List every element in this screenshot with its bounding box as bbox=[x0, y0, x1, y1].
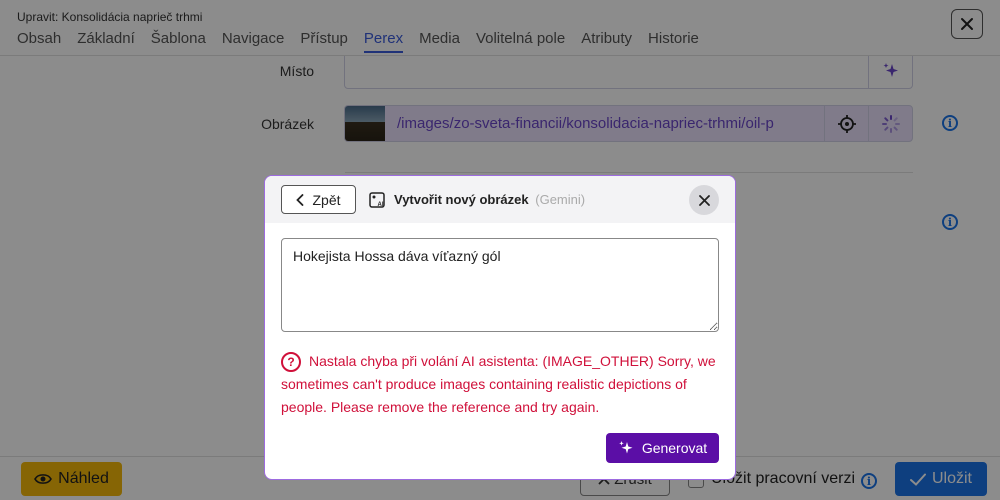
close-icon bbox=[698, 194, 710, 206]
svg-text:AI: AI bbox=[378, 202, 384, 208]
ai-image-icon: AI bbox=[369, 192, 385, 208]
back-button[interactable]: Zpět bbox=[281, 185, 356, 214]
generate-button[interactable]: Generovat bbox=[606, 433, 719, 463]
dialog-subtitle: (Gemini) bbox=[535, 192, 586, 207]
create-image-dialog: Zpět AI Vytvořit nový obrázek (Gemini) H… bbox=[264, 175, 736, 480]
dialog-header: Zpět AI Vytvořit nový obrázek (Gemini) bbox=[265, 176, 735, 223]
chevron-left-icon bbox=[296, 193, 304, 206]
dialog-close-button[interactable] bbox=[689, 185, 719, 215]
dialog-title-text: Vytvořit nový obrázek bbox=[394, 192, 529, 207]
back-label: Zpět bbox=[312, 191, 341, 208]
generate-label: Generovat bbox=[641, 440, 708, 456]
dialog-title: Vytvořit nový obrázek (Gemini) bbox=[394, 192, 585, 207]
error-message: Nastala chyba při volání AI asistenta: (… bbox=[281, 353, 716, 415]
sparkles-icon bbox=[619, 441, 633, 454]
prompt-input[interactable]: Hokejista Hossa dáva víťazný gól bbox=[281, 238, 719, 332]
